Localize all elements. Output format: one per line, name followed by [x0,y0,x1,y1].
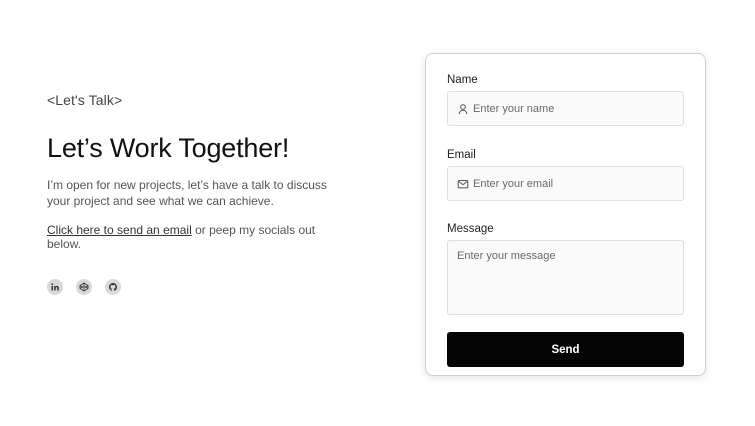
contact-page: <Let's Talk> Let’s Work Together! I’m op… [0,0,755,426]
contact-form: Name Email Message Send [425,53,706,376]
eyebrow-text: <Let's Talk> [47,92,123,108]
mail-icon [457,178,469,190]
send-button[interactable]: Send [447,332,684,367]
email-input[interactable] [473,177,673,190]
message-textarea[interactable] [447,240,684,315]
intro-description: I’m open for new projects, let’s have a … [47,178,327,208]
codepen-link[interactable] [76,279,92,295]
name-field[interactable] [447,91,684,126]
page-title: Let’s Work Together! [47,133,290,163]
email-field[interactable] [447,166,684,201]
send-email-link[interactable]: Click here to send an email [47,223,192,237]
github-icon [109,283,117,291]
name-input[interactable] [473,102,673,115]
linkedin-link[interactable] [47,279,63,295]
name-label: Name [447,74,478,86]
linkedin-icon [51,283,59,291]
codepen-icon [79,282,89,292]
email-label: Email [447,149,476,161]
intro-section: <Let's Talk> Let’s Work Together! I’m op… [47,92,347,295]
cta-line: Click here to send an email or peep my s… [47,223,347,251]
github-link[interactable] [105,279,121,295]
social-links [47,279,347,295]
user-icon [457,103,469,115]
message-label: Message [447,223,494,235]
